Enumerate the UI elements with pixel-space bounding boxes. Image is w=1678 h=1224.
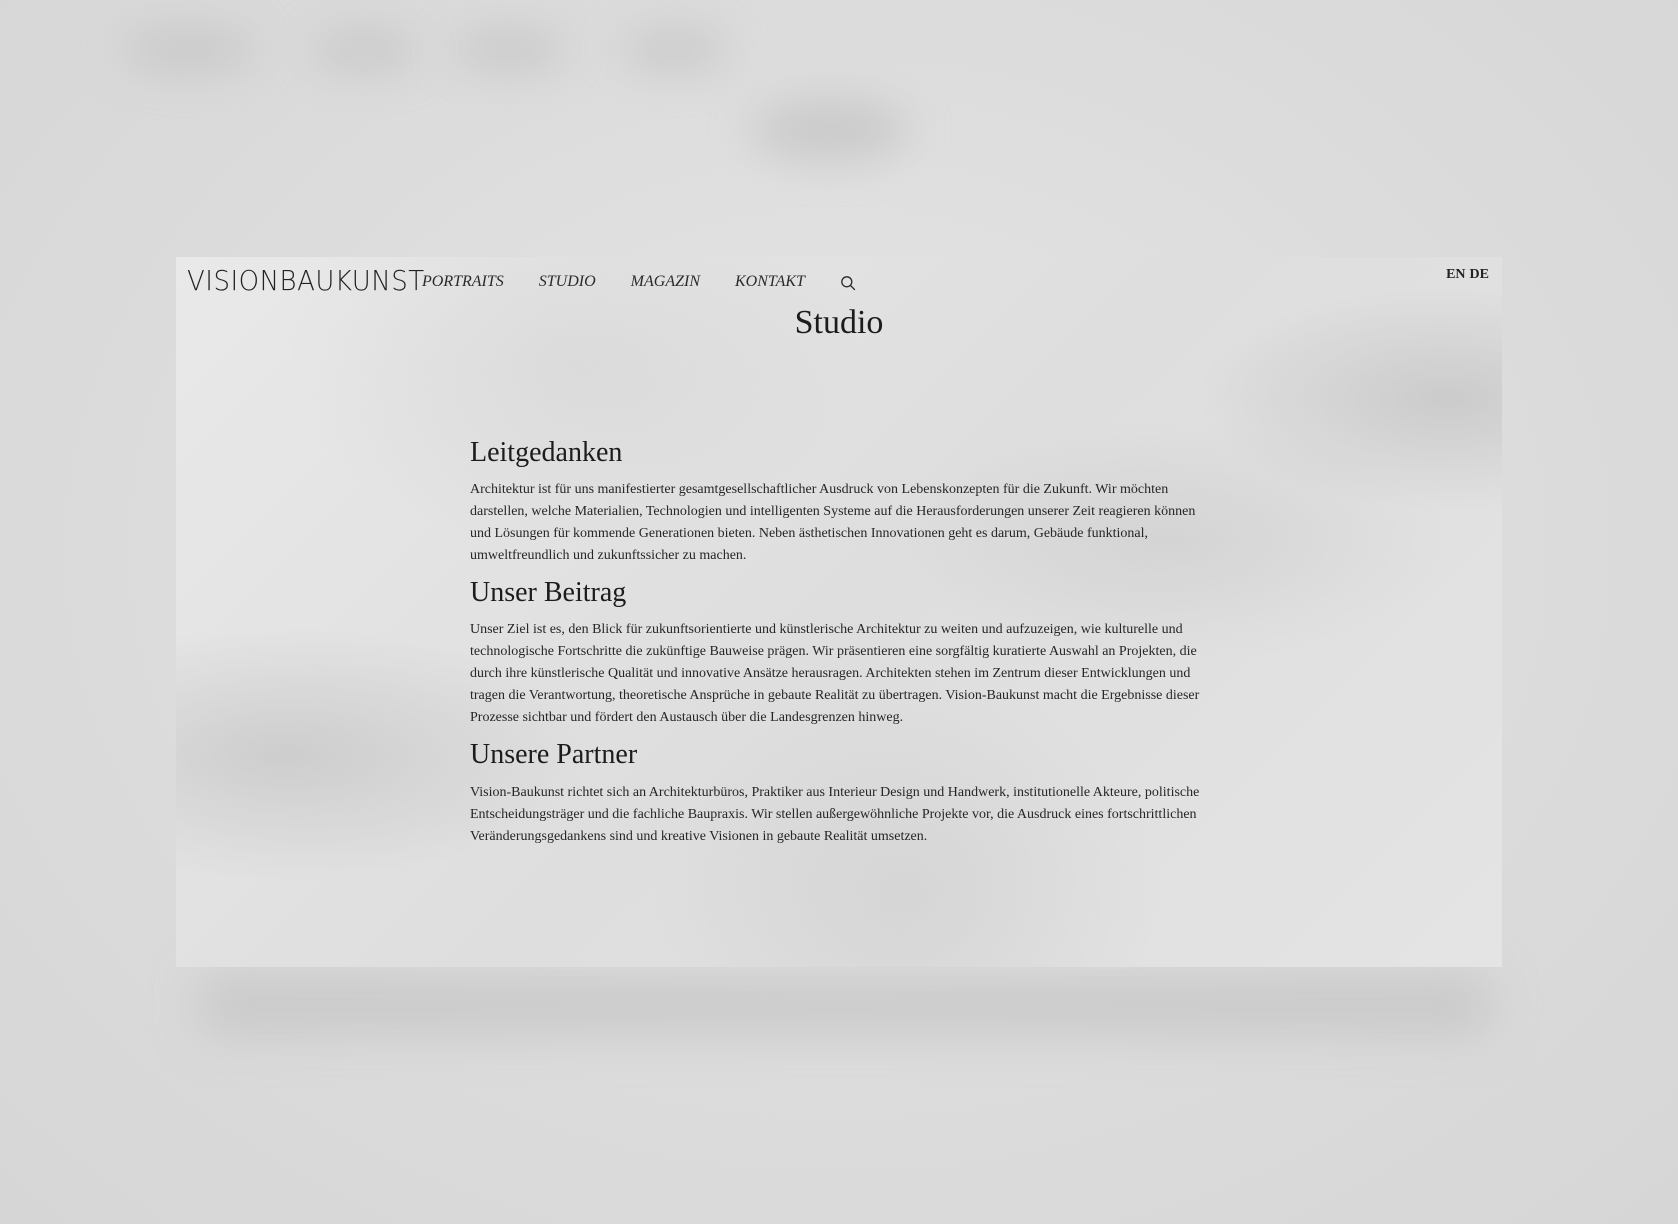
search-icon[interactable] (840, 275, 856, 291)
section-body: Vision-Baukunst richtet sich an Architek… (470, 784, 1200, 844)
lang-en-link[interactable]: EN (1446, 267, 1465, 282)
language-switcher: EN DE (1446, 267, 1489, 283)
screen-shadow (200, 975, 1490, 1035)
section-leitgedanken: Leitgedanken Architektur ist für uns man… (470, 437, 1210, 567)
blurred-shape (310, 30, 420, 70)
section-body: Unser Ziel ist es, den Blick für zukunft… (470, 622, 1200, 726)
section-unser-beitrag: Unser Beitrag Unser Ziel ist es, den Bli… (470, 577, 1210, 729)
section-body: Architektur ist für uns manifestierter g… (470, 482, 1196, 564)
blurred-shape (450, 30, 570, 70)
nav-item-portraits[interactable]: PORTRAITS (422, 273, 504, 291)
blurred-shape (120, 30, 260, 70)
nav-item-kontakt[interactable]: KONTAKT (735, 273, 805, 291)
lang-de-link[interactable]: DE (1470, 267, 1489, 282)
blurred-shape (750, 100, 910, 160)
website-screenshot: VISIONBAUKUNST PORTRAITS STUDIO MAGAZIN … (176, 257, 1502, 967)
site-logo[interactable]: VISIONBAUKUNST (187, 266, 425, 298)
nav-item-magazin[interactable]: MAGAZIN (631, 273, 700, 291)
content-column: Leitgedanken Architektur ist für uns man… (470, 437, 1210, 858)
section-heading: Unsere Partner (470, 739, 638, 771)
section-heading: Leitgedanken (470, 437, 623, 468)
blurred-shape (620, 30, 730, 70)
section-heading: Unser Beitrag (470, 577, 627, 609)
page-title: Studio (794, 304, 884, 341)
main-nav: PORTRAITS STUDIO MAGAZIN KONTAKT (422, 273, 856, 291)
nav-item-studio[interactable]: STUDIO (539, 273, 596, 291)
section-unsere-partner: Unsere Partner Vision-Baukunst richtet s… (470, 739, 1210, 847)
